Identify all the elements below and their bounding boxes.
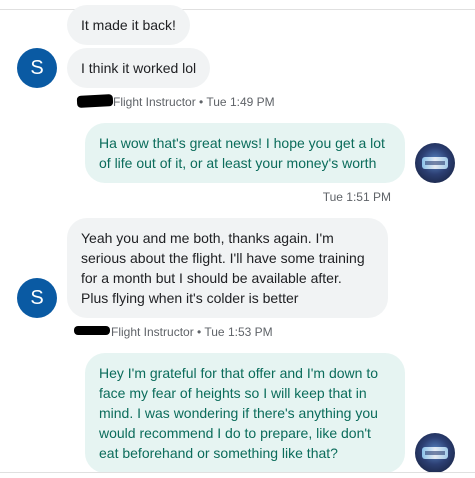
bottom-divider: [0, 472, 475, 473]
message-time: Tue 1:51 PM: [322, 190, 391, 204]
sender-name: Flight Instructor: [113, 95, 196, 109]
top-divider: [0, 9, 475, 10]
redacted-name-scribble: [74, 326, 110, 335]
message-meta: Flight Instructor • Tue 1:49 PM: [113, 94, 275, 110]
contact-avatar[interactable]: S: [17, 278, 57, 318]
avatar-logo-detail: [425, 161, 445, 165]
incoming-message-1[interactable]: It made it back!: [67, 5, 190, 45]
message-time: Tue 1:49 PM: [206, 95, 275, 109]
outgoing-message-1[interactable]: Ha wow that's great news! I hope you get…: [85, 123, 405, 183]
meta-separator: •: [199, 95, 204, 109]
own-avatar[interactable]: [415, 433, 455, 473]
sender-name: Flight Instructor: [111, 325, 194, 339]
incoming-message-3[interactable]: Yeah you and me both, thanks again. I'm …: [67, 218, 388, 318]
incoming-message-2[interactable]: I think it worked lol: [67, 48, 211, 88]
message-time: Tue 1:53 PM: [204, 325, 273, 339]
contact-avatar[interactable]: S: [17, 48, 57, 88]
message-meta: Flight Instructor • Tue 1:53 PM: [111, 324, 273, 340]
outgoing-message-2[interactable]: Hey I'm grateful for that offer and I'm …: [85, 353, 405, 473]
avatar-logo-detail: [425, 451, 445, 455]
meta-separator: •: [197, 325, 202, 339]
redacted-name-scribble: [76, 94, 114, 108]
own-avatar[interactable]: [415, 143, 455, 183]
